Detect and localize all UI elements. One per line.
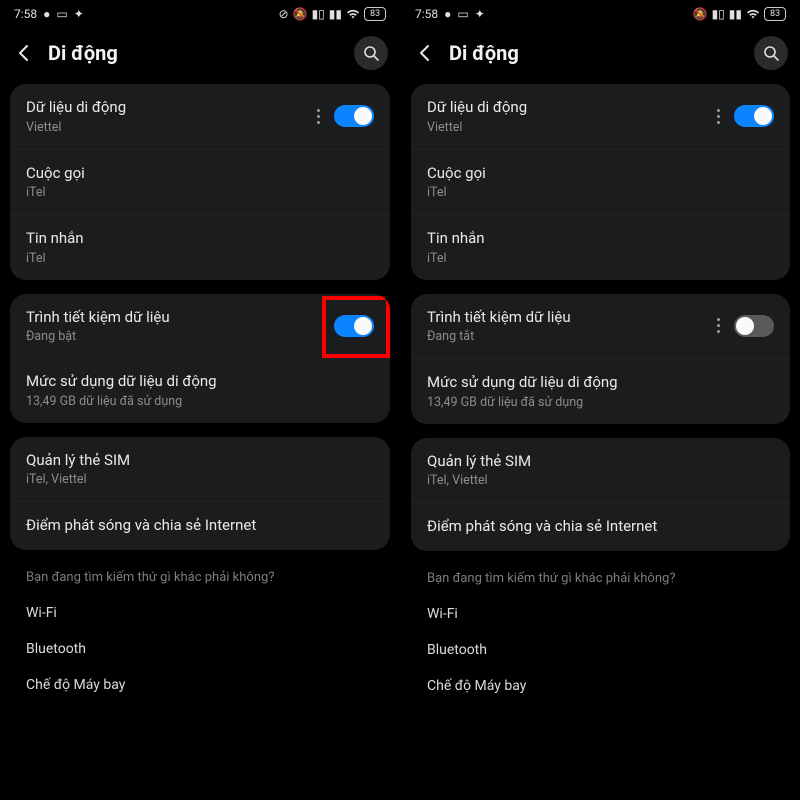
- mute-icon: 🔕: [693, 8, 708, 20]
- signal-icon: ▮▮: [329, 8, 342, 20]
- row-title: Điểm phát sóng và chia sẻ Internet: [26, 516, 374, 536]
- row-title: Cuộc gọi: [26, 164, 374, 184]
- row-subtitle: iTel: [26, 185, 374, 200]
- more-options-icon[interactable]: [713, 318, 724, 333]
- footer-link-wifi[interactable]: Wi-Fi: [411, 596, 790, 632]
- row-data-saver[interactable]: Trình tiết kiệm dữ liệu Đang bật: [10, 294, 390, 359]
- battery-indicator: 83: [364, 7, 386, 21]
- signal-icon: ▮▯: [312, 8, 325, 20]
- wifi-icon: [346, 9, 360, 19]
- page-title: Di động: [48, 41, 346, 65]
- row-title: Dữ liệu di động: [26, 98, 303, 118]
- status-app-icon: ▭: [457, 8, 468, 20]
- row-title: Tin nhắn: [26, 229, 374, 249]
- footer-link-wifi[interactable]: Wi-Fi: [10, 595, 390, 631]
- row-title: Quản lý thẻ SIM: [427, 452, 774, 472]
- card-connections: Dữ liệu di động Viettel Cuộc gọi iTel Ti…: [411, 84, 790, 280]
- status-app-icon: ●: [43, 8, 50, 20]
- back-button[interactable]: [8, 37, 40, 69]
- more-options-icon[interactable]: [313, 109, 324, 124]
- row-data-usage[interactable]: Mức sử dụng dữ liệu di động 13,49 GB dữ …: [10, 358, 390, 423]
- row-title: Tin nhắn: [427, 229, 774, 249]
- row-subtitle: iTel: [427, 185, 774, 200]
- search-icon: [763, 45, 779, 61]
- status-app-icon: ●: [444, 8, 451, 20]
- row-mobile-data[interactable]: Dữ liệu di động Viettel: [411, 84, 790, 149]
- footer-link-bluetooth[interactable]: Bluetooth: [411, 632, 790, 668]
- row-data-saver[interactable]: Trình tiết kiệm dữ liệu Đang tắt: [411, 294, 790, 359]
- row-messages[interactable]: Tin nhắn iTel: [10, 214, 390, 280]
- row-subtitle: iTel, Viettel: [26, 472, 374, 487]
- row-title: Mức sử dụng dữ liệu di động: [427, 373, 774, 393]
- more-options-icon[interactable]: [713, 109, 724, 124]
- row-subtitle: 13,49 GB dữ liệu đã sử dụng: [26, 394, 374, 409]
- mobile-data-toggle[interactable]: [734, 105, 774, 127]
- status-time: 7:58: [14, 7, 37, 21]
- status-app-icon: ▭: [56, 8, 67, 20]
- row-title: Trình tiết kiệm dữ liệu: [26, 308, 324, 328]
- wifi-icon: [746, 9, 760, 19]
- search-button[interactable]: [754, 36, 788, 70]
- page-header: Di động: [401, 28, 800, 84]
- footer-hint: Bạn đang tìm kiếm thứ gì khác phải không…: [10, 564, 390, 595]
- mute-icon: 🔕: [293, 8, 308, 20]
- status-bar: 7:58 ● ▭ ✦ 🔕 ▮▯ ▮▮ 83: [401, 0, 800, 28]
- signal-icon: ▮▮: [729, 8, 742, 20]
- row-title: Cuộc gọi: [427, 164, 774, 184]
- page-title: Di động: [449, 41, 746, 65]
- row-title: Mức sử dụng dữ liệu di động: [26, 372, 374, 392]
- row-subtitle: 13,49 GB dữ liệu đã sử dụng: [427, 395, 774, 410]
- search-icon: [363, 45, 379, 61]
- row-title: Quản lý thẻ SIM: [26, 451, 374, 471]
- row-hotspot[interactable]: Điểm phát sóng và chia sẻ Internet: [10, 501, 390, 550]
- dnd-icon: ⊘: [279, 8, 289, 20]
- row-title: Điểm phát sóng và chia sẻ Internet: [427, 517, 774, 537]
- status-app-icon: ✦: [74, 8, 84, 20]
- card-data: Trình tiết kiệm dữ liệu Đang tắt Mức sử …: [411, 294, 790, 424]
- back-button[interactable]: [409, 37, 441, 69]
- card-data: Trình tiết kiệm dữ liệu Đang bật Mức sử …: [10, 294, 390, 423]
- row-subtitle: Đang tắt: [427, 329, 703, 344]
- row-subtitle: iTel, Viettel: [427, 473, 774, 488]
- row-subtitle: Đang bật: [26, 329, 324, 344]
- status-app-icon: ✦: [475, 8, 485, 20]
- status-bar: 7:58 ● ▭ ✦ ⊘ 🔕 ▮▯ ▮▮ 83: [0, 0, 400, 28]
- status-time: 7:58: [415, 7, 438, 21]
- mobile-data-toggle[interactable]: [334, 105, 374, 127]
- battery-indicator: 83: [764, 7, 786, 21]
- row-subtitle: iTel: [26, 251, 374, 266]
- page-header: Di động: [0, 28, 400, 84]
- row-title: Trình tiết kiệm dữ liệu: [427, 308, 703, 328]
- data-saver-toggle[interactable]: [734, 315, 774, 337]
- row-sim-management[interactable]: Quản lý thẻ SIM iTel, Viettel: [10, 437, 390, 502]
- row-data-usage[interactable]: Mức sử dụng dữ liệu di động 13,49 GB dữ …: [411, 358, 790, 424]
- row-title: Dữ liệu di động: [427, 98, 703, 118]
- row-subtitle: Viettel: [26, 120, 303, 135]
- row-subtitle: Viettel: [427, 120, 703, 135]
- footer-link-bluetooth[interactable]: Bluetooth: [10, 631, 390, 667]
- row-subtitle: iTel: [427, 251, 774, 266]
- footer-hint: Bạn đang tìm kiếm thứ gì khác phải không…: [411, 565, 790, 596]
- card-connections: Dữ liệu di động Viettel Cuộc gọi iTel Ti…: [10, 84, 390, 280]
- row-messages[interactable]: Tin nhắn iTel: [411, 214, 790, 280]
- row-sim-management[interactable]: Quản lý thẻ SIM iTel, Viettel: [411, 438, 790, 503]
- signal-icon: ▮▯: [712, 8, 725, 20]
- card-sim: Quản lý thẻ SIM iTel, Viettel Điểm phát …: [411, 438, 790, 551]
- data-saver-toggle[interactable]: [334, 315, 374, 337]
- footer-link-airplane[interactable]: Chế độ Máy bay: [411, 668, 790, 704]
- row-mobile-data[interactable]: Dữ liệu di động Viettel: [10, 84, 390, 149]
- phone-right: 7:58 ● ▭ ✦ 🔕 ▮▯ ▮▮ 83 Di động Dữ liệ: [400, 0, 800, 800]
- footer-link-airplane[interactable]: Chế độ Máy bay: [10, 667, 390, 703]
- phone-left: 7:58 ● ▭ ✦ ⊘ 🔕 ▮▯ ▮▮ 83 Di động: [0, 0, 400, 800]
- search-button[interactable]: [354, 36, 388, 70]
- row-calls[interactable]: Cuộc gọi iTel: [10, 149, 390, 215]
- row-hotspot[interactable]: Điểm phát sóng và chia sẻ Internet: [411, 502, 790, 551]
- row-calls[interactable]: Cuộc gọi iTel: [411, 149, 790, 215]
- card-sim: Quản lý thẻ SIM iTel, Viettel Điểm phát …: [10, 437, 390, 550]
